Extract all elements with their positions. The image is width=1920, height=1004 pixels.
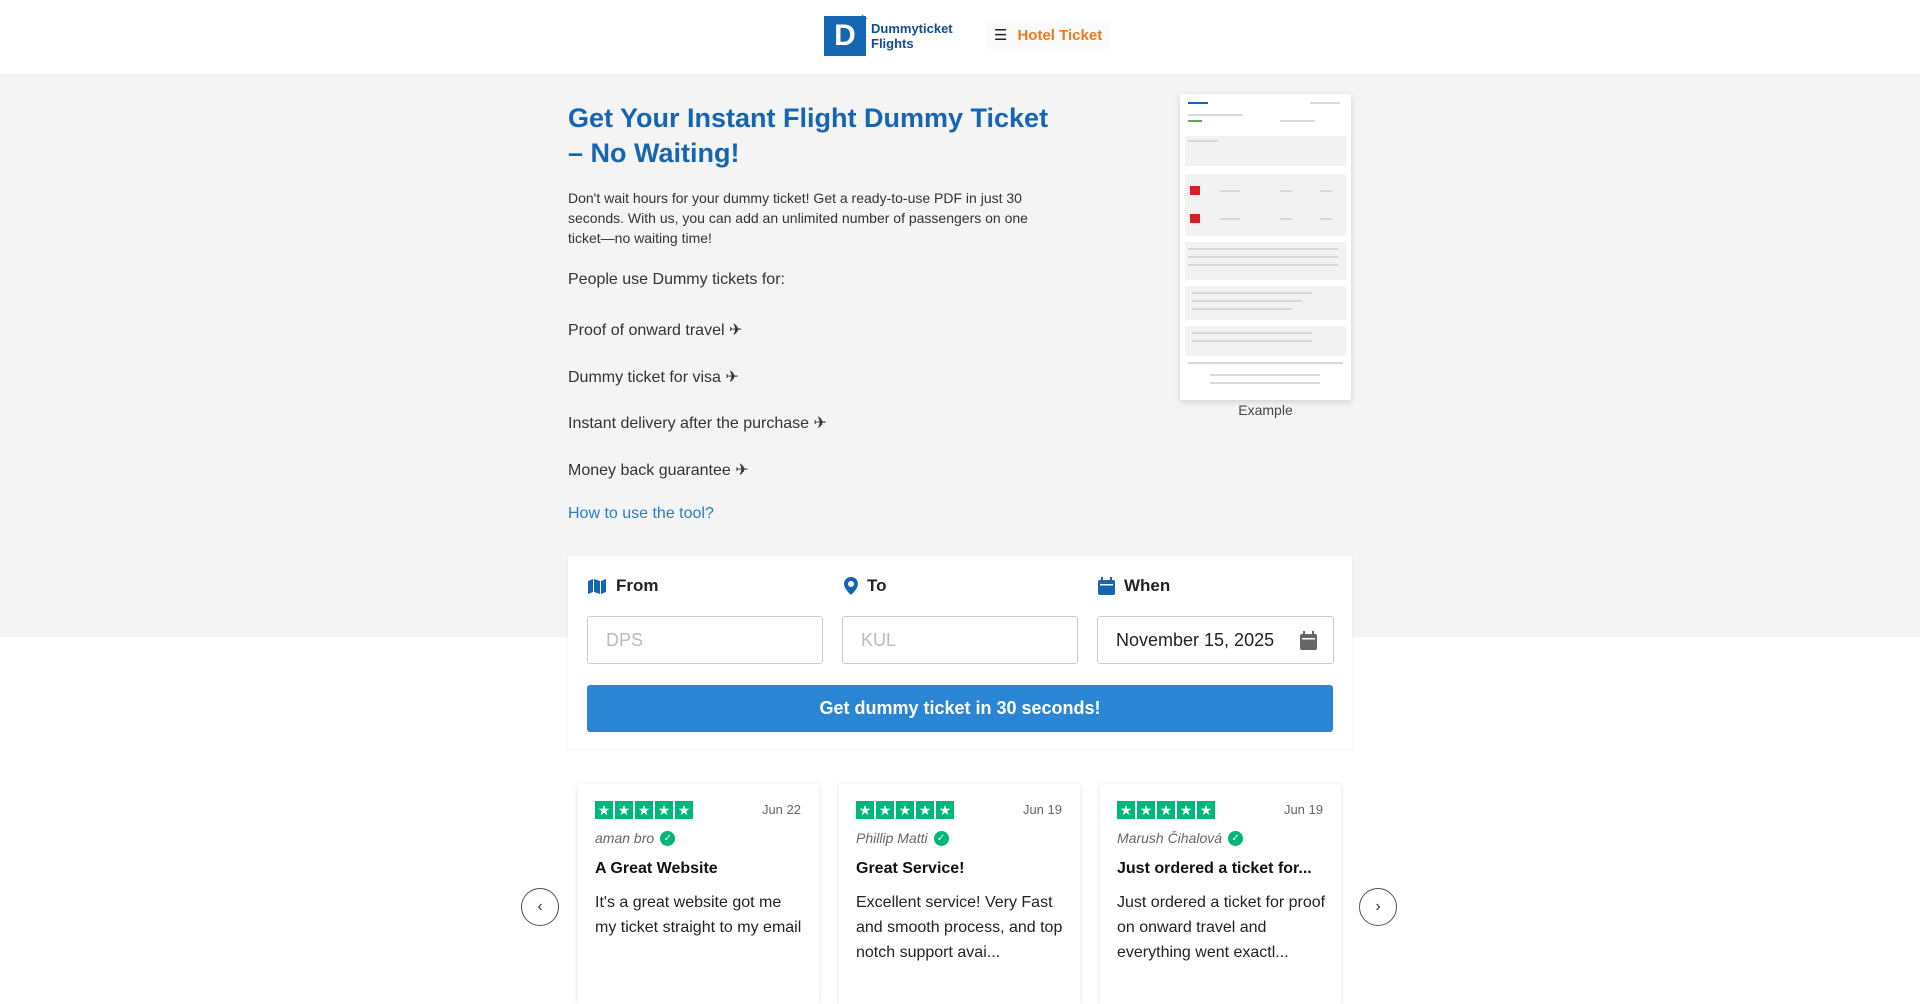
verified-check-icon: ✓ — [933, 830, 949, 846]
map-icon — [588, 578, 606, 594]
hotel-ticket-label: Hotel Ticket — [1017, 26, 1103, 44]
use-item: Money back guarantee ✈ — [568, 462, 749, 479]
logo-line2: Flights — [871, 36, 914, 51]
example-ticket-preview[interactable] — [1180, 94, 1351, 400]
from-field[interactable] — [587, 616, 823, 664]
review-author: Marush Čihalová ✓ — [1117, 830, 1244, 846]
review-title: A Great Website — [595, 860, 718, 877]
use-item: Instant delivery after the purchase ✈ — [568, 415, 827, 432]
star-icon: ★ — [655, 801, 673, 819]
star-icon: ★ — [856, 801, 874, 819]
carousel-prev-button[interactable]: ‹ — [521, 888, 559, 926]
plane-icon: ✈ — [857, 12, 868, 26]
star-icon: ★ — [1197, 801, 1215, 819]
star-icon: ★ — [595, 801, 613, 819]
example-caption: Example — [1238, 402, 1293, 418]
date-field[interactable]: November 15, 2025 — [1097, 616, 1334, 664]
to-label: To — [844, 576, 887, 596]
logo-line1: Dummyticket — [871, 21, 953, 36]
site-logo[interactable]: D ✈ Dummyticket Flights — [824, 12, 953, 56]
calendar-picker-icon[interactable] — [1300, 631, 1317, 655]
review-title: Just ordered a ticket for... — [1117, 860, 1312, 877]
verified-check-icon: ✓ — [660, 830, 676, 846]
map-pin-icon — [844, 577, 858, 595]
page-title: Get Your Instant Flight Dummy Ticket – N… — [568, 103, 1049, 168]
chevron-left-icon: ‹ — [537, 898, 543, 915]
star-rating: ★ ★ ★ ★ ★ — [595, 801, 695, 819]
to-label-text: To — [867, 576, 887, 595]
review-text: Excellent service! Very Fast and smooth … — [856, 894, 1063, 961]
review-card[interactable]: ★ ★ ★ ★ ★ Jun 22 aman bro ✓ A Great Website … — [578, 784, 819, 1004]
star-icon: ★ — [615, 801, 633, 819]
review-card[interactable]: ★ ★ ★ ★ ★ Jun 19 Marush Čihalová ✓ Just orde… — [1100, 784, 1341, 1004]
from-label: From — [587, 576, 659, 596]
review-author-name: Phillip Matti — [856, 830, 928, 846]
logo-text: Dummyticket Flights — [871, 21, 953, 51]
star-rating: ★ ★ ★ ★ ★ — [856, 801, 956, 819]
calendar-icon — [1098, 577, 1115, 595]
star-icon: ★ — [1137, 801, 1155, 819]
review-date: Jun 22 — [761, 802, 801, 817]
review-author: Phillip Matti ✓ — [856, 830, 949, 846]
when-label: When — [1098, 576, 1170, 596]
get-ticket-button[interactable]: Get dummy ticket in 30 seconds! — [587, 685, 1333, 732]
star-icon: ★ — [1117, 801, 1135, 819]
use-item: Dummy ticket for visa ✈ — [568, 369, 739, 386]
review-title: Great Service! — [856, 860, 965, 877]
review-text: It's a great website got me my ticket st… — [595, 894, 802, 936]
star-icon: ★ — [1157, 801, 1175, 819]
review-author-name: aman bro — [595, 830, 655, 846]
star-icon: ★ — [635, 801, 653, 819]
review-date: Jun 19 — [1022, 802, 1062, 817]
to-field[interactable] — [842, 616, 1078, 664]
to-input[interactable] — [843, 617, 1077, 663]
logo-mark: D ✈ — [824, 12, 868, 56]
carousel-next-button[interactable]: › — [1359, 888, 1397, 926]
star-rating: ★ ★ ★ ★ ★ — [1117, 801, 1217, 819]
review-date: Jun 19 — [1283, 802, 1323, 817]
star-icon: ★ — [936, 801, 954, 819]
hamburger-icon: ☰ — [994, 27, 1008, 44]
review-card[interactable]: ★ ★ ★ ★ ★ Jun 19 Phillip Matti ✓ Great Servi… — [839, 784, 1080, 1004]
from-label-text: From — [616, 576, 659, 595]
review-author-name: Marush Čihalová — [1117, 830, 1223, 846]
hotel-ticket-menu-button[interactable]: ☰ Hotel Ticket — [986, 21, 1111, 49]
when-label-text: When — [1124, 576, 1171, 595]
date-value: November 15, 2025 — [1116, 630, 1275, 650]
star-icon: ★ — [876, 801, 894, 819]
site-header: D ✈ Dummyticket Flights ☰ Hotel Ticket — [0, 0, 1920, 75]
review-text: Just ordered a ticket for proof on onwar… — [1117, 894, 1326, 961]
logo-letter: D — [834, 19, 856, 52]
uses-heading: People use Dummy tickets for: — [568, 271, 785, 288]
intro-text: Don't wait hours for your dummy ticket! … — [568, 190, 1028, 246]
how-to-use-link[interactable]: How to use the tool? — [568, 505, 714, 523]
chevron-right-icon: › — [1375, 898, 1381, 915]
use-item: Proof of onward travel ✈ — [568, 322, 743, 339]
star-icon: ★ — [675, 801, 693, 819]
review-author: aman bro ✓ — [595, 830, 676, 846]
verified-check-icon: ✓ — [1228, 830, 1244, 846]
star-icon: ★ — [896, 801, 914, 819]
star-icon: ★ — [916, 801, 934, 819]
star-icon: ★ — [1177, 801, 1195, 819]
from-input[interactable] — [588, 617, 822, 663]
